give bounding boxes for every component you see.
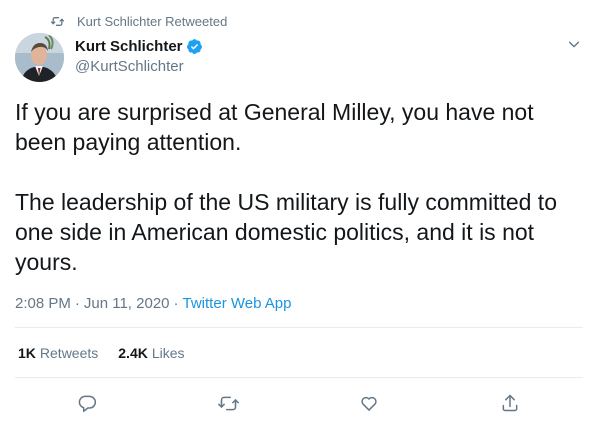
tweet-actions bbox=[0, 390, 598, 416]
author-display-name[interactable]: Kurt Schlichter bbox=[75, 38, 183, 55]
tweet-paragraph: If you are surprised at General Milley, … bbox=[15, 99, 534, 155]
retweets-count: 1K bbox=[18, 345, 36, 361]
tweet-paragraph: The leadership of the US military is ful… bbox=[15, 189, 557, 275]
like-icon bbox=[359, 393, 379, 413]
author-handle[interactable]: @KurtSchlichter bbox=[75, 58, 203, 75]
divider bbox=[15, 327, 583, 328]
likes-count: 2.4K bbox=[118, 345, 148, 361]
retweet-button[interactable] bbox=[215, 390, 241, 416]
retweet-banner-text: Kurt Schlichter Retweeted bbox=[77, 13, 228, 29]
like-button[interactable] bbox=[356, 390, 382, 416]
tweet-time[interactable]: 2:08 PM bbox=[15, 295, 71, 312]
more-options-button[interactable] bbox=[566, 36, 582, 52]
likes-stat[interactable]: 2.4K Likes bbox=[118, 345, 184, 361]
tweet-text: If you are surprised at General Milley, … bbox=[15, 97, 585, 277]
tweet-stats: 1K Retweets 2.4K Likes bbox=[18, 343, 185, 363]
tweet-date[interactable]: Jun 11, 2020 bbox=[84, 295, 170, 312]
reply-button[interactable] bbox=[74, 390, 100, 416]
meta-separator: · bbox=[173, 294, 179, 312]
retweets-label: Retweets bbox=[39, 345, 99, 361]
likes-label: Likes bbox=[151, 345, 185, 361]
share-button[interactable] bbox=[497, 390, 523, 416]
reply-icon bbox=[77, 393, 97, 413]
verified-badge-icon bbox=[186, 38, 203, 55]
retweet-icon bbox=[217, 393, 239, 414]
tweet-meta: 2:08 PM · Jun 11, 2020 · Twitter Web App bbox=[15, 293, 291, 313]
divider bbox=[15, 377, 583, 378]
retweet-banner[interactable]: Kurt Schlichter Retweeted bbox=[51, 12, 227, 30]
avatar[interactable] bbox=[15, 33, 64, 82]
tweet-source-link[interactable]: Twitter Web App bbox=[183, 295, 292, 312]
retweet-icon bbox=[51, 15, 64, 28]
chevron-down-icon bbox=[567, 37, 581, 51]
meta-separator: · bbox=[74, 294, 80, 312]
retweets-stat[interactable]: 1K Retweets bbox=[18, 345, 98, 361]
author-block[interactable]: Kurt Schlichter @KurtSchlichter bbox=[75, 37, 203, 75]
share-icon bbox=[500, 393, 520, 413]
